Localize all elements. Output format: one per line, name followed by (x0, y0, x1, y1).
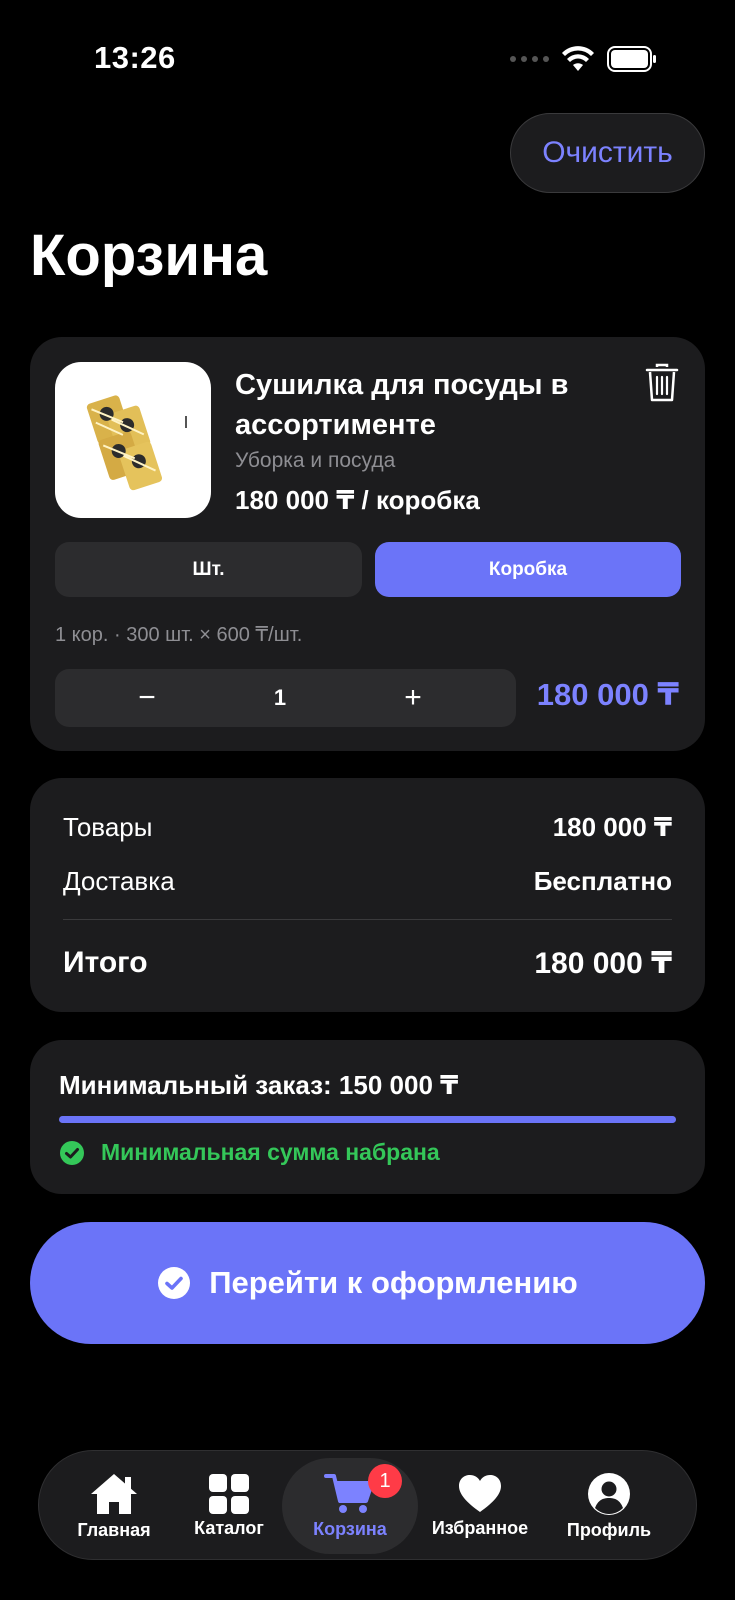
tab-profile[interactable]: Профиль (559, 1451, 659, 1561)
min-order-status: Минимальная сумма набрана (59, 1139, 440, 1166)
cart-count-badge: 1 (368, 1464, 402, 1498)
tab-favorites-label: Избранное (431, 1517, 529, 1538)
goods-value: 180 000 ₸ (552, 812, 672, 842)
delivery-label: Доставка (63, 866, 175, 896)
order-summary-card: Товары 180 000 ₸ Доставка Бесплатно Итог… (30, 778, 705, 1012)
unit-option-box[interactable]: Коробка (375, 542, 681, 597)
tab-catalog-label: Каталог (194, 1517, 264, 1538)
status-icons (510, 46, 657, 72)
tab-home-label: Главная (77, 1519, 151, 1540)
delivery-value: Бесплатно (533, 866, 672, 896)
tab-profile-label: Профиль (566, 1519, 652, 1540)
product-photo (86, 395, 187, 491)
trash-icon[interactable] (645, 363, 679, 403)
min-order-progress-bar (59, 1116, 676, 1123)
decrease-quantity-button[interactable]: − (127, 669, 167, 727)
product-price: 180 000 ₸ / коробка (235, 485, 480, 515)
cellular-signal-icon (510, 56, 549, 62)
check-circle-icon (60, 1140, 84, 1165)
user-circle-icon (588, 1472, 630, 1515)
battery-icon (607, 46, 656, 72)
summary-divider (63, 919, 672, 920)
tab-cart[interactable]: Корзина 1 (282, 1458, 418, 1554)
quantity-value: 1 (273, 685, 287, 710)
cart-item-card: Сушилка для посуды в ассортименте Уборка… (30, 337, 705, 751)
home-icon (91, 1473, 137, 1514)
page-title: Корзина (30, 223, 268, 288)
unit-calculation: 1 кор. · 300 шт. × 600 ₸/шт. (55, 624, 303, 646)
tab-bar: Главная Каталог Корзина 1 Избранное Проф… (38, 1450, 697, 1560)
summary-total-row: Итого 180 000 ₸ (63, 946, 672, 981)
increase-quantity-button[interactable]: + (393, 669, 433, 727)
tab-favorites[interactable]: Избранное (424, 1451, 536, 1561)
product-image[interactable] (55, 362, 211, 518)
unit-option-pieces[interactable]: Шт. (55, 542, 362, 597)
total-label: Итого (63, 946, 148, 979)
status-time: 13:26 (94, 40, 176, 75)
goods-label: Товары (63, 812, 153, 842)
summary-goods-row: Товары 180 000 ₸ (63, 812, 672, 843)
tab-catalog[interactable]: Каталог (184, 1451, 274, 1561)
tab-home[interactable]: Главная (69, 1451, 159, 1561)
clear-cart-button[interactable]: Очистить (510, 113, 705, 193)
product-name[interactable]: Сушилка для посуды в ассортименте (235, 365, 595, 445)
product-category: Уборка и посуда (235, 449, 396, 472)
check-circle-icon (158, 1267, 191, 1299)
wifi-icon (562, 46, 594, 71)
summary-delivery-row: Доставка Бесплатно (63, 866, 672, 897)
line-total: 180 000 ₸ (536, 677, 679, 712)
min-order-card: Минимальный заказ: 150 000 ₸ Минимальная… (30, 1040, 705, 1194)
total-value: 180 000 ₸ (534, 947, 672, 980)
checkout-label: Перейти к оформлению (209, 1265, 578, 1300)
grid-icon (209, 1473, 249, 1514)
tab-cart-label: Корзина (313, 1518, 387, 1539)
quantity-stepper: − 1 + (55, 669, 516, 727)
min-order-title: Минимальный заказ: 150 000 ₸ (59, 1070, 459, 1100)
min-order-status-text: Минимальная сумма набрана (101, 1139, 440, 1165)
checkout-button[interactable]: Перейти к оформлению (30, 1222, 705, 1344)
heart-icon (459, 1474, 501, 1512)
min-order-progress-fill (59, 1116, 676, 1123)
